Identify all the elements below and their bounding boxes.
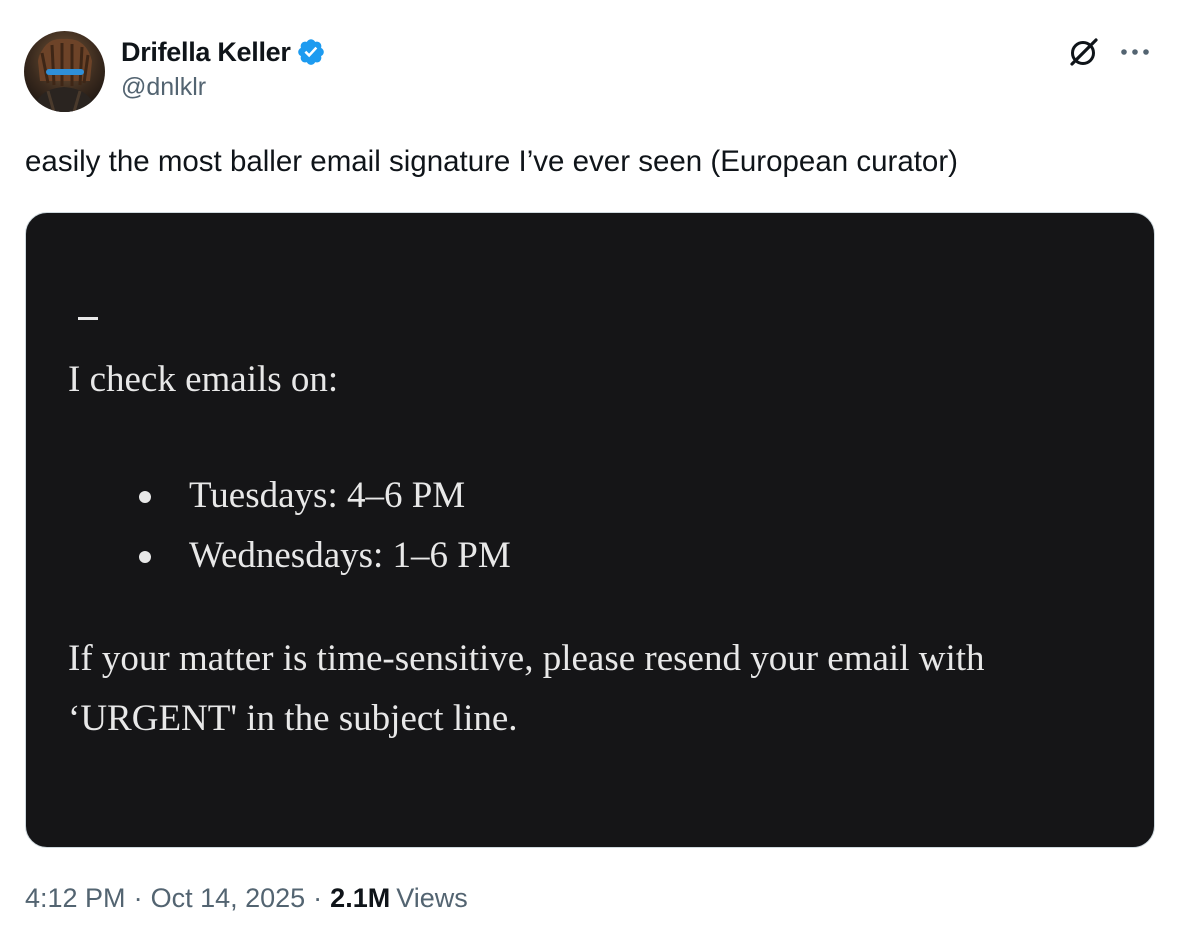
more-button[interactable] (1114, 32, 1156, 72)
signature-note-line: If your matter is time-sensitive, please… (68, 638, 985, 679)
avatar[interactable] (24, 31, 105, 112)
tweet-text: easily the most baller email signature I… (25, 145, 958, 178)
signature-note-line: ‘URGENT' in the subject line. (68, 698, 518, 739)
tweet: Drifella Keller @dnlklr easily the most … (0, 0, 1178, 944)
tweet-time[interactable]: 4:12 PM (25, 883, 126, 914)
schedule-list: Tuesdays: 4–6 PM Wednesdays: 1–6 PM (68, 466, 511, 586)
name-row: Drifella Keller (121, 33, 326, 71)
verified-badge-icon[interactable] (296, 37, 326, 67)
tweet-meta: 4:12 PM · Oct 14, 2025 · 2.1M Views (25, 883, 468, 914)
views-count: 2.1M (330, 883, 391, 913)
signature-note: If your matter is time-sensitive, please… (68, 629, 985, 749)
schedule-item: Tuesdays: 4–6 PM (68, 466, 511, 526)
signature-dash (78, 317, 98, 320)
signature-intro: I check emails on: (68, 359, 339, 400)
more-horizontal-icon (1121, 49, 1149, 55)
views-label: Views (396, 883, 468, 913)
tweet-media-image[interactable]: I check emails on: Tuesdays: 4–6 PM Wedn… (25, 212, 1155, 848)
display-name[interactable]: Drifella Keller (121, 37, 291, 68)
meta-separator: · (133, 883, 143, 913)
avatar-image (24, 31, 105, 112)
email-signature: I check emails on: Tuesdays: 4–6 PM Wedn… (26, 213, 1154, 847)
author-block: Drifella Keller @dnlklr (121, 33, 326, 102)
meta-separator: · (313, 883, 323, 913)
grok-button[interactable] (1064, 32, 1104, 72)
grok-icon (1070, 38, 1098, 66)
handle[interactable]: @dnlklr (121, 73, 326, 102)
tweet-date[interactable]: Oct 14, 2025 (151, 883, 306, 914)
schedule-item: Wednesdays: 1–6 PM (68, 526, 511, 586)
